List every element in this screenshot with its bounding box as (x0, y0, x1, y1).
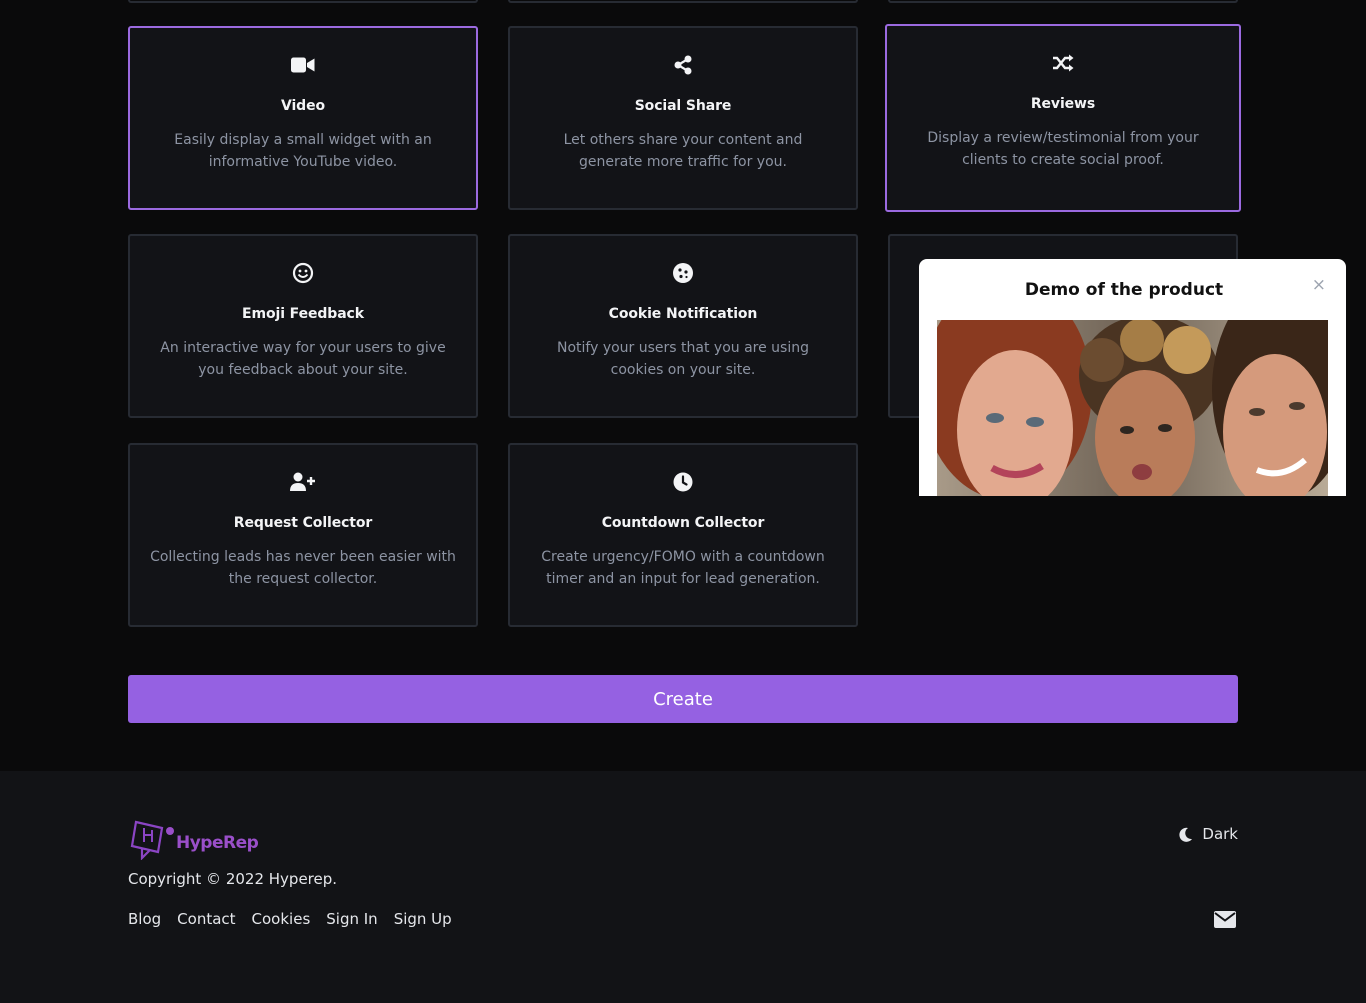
user-plus-icon (130, 471, 476, 493)
hyperep-logo-icon (130, 820, 174, 860)
card-description: An interactive way for your users to giv… (160, 340, 446, 378)
footer-link-contact[interactable]: Contact (177, 910, 235, 928)
footer-nav: Blog Contact Cookies Sign In Sign Up (128, 910, 452, 928)
card-description: Display a review/testimonial from your c… (927, 130, 1199, 168)
card-title: Request Collector (233, 515, 373, 531)
widget-card-request-collector[interactable]: Request Collector Collecting leads has n… (128, 443, 478, 627)
popup-title: Demo of the product (1024, 280, 1224, 300)
logo-text: HypeRep (176, 833, 259, 853)
demo-photo (937, 320, 1328, 496)
footer-link-cookies[interactable]: Cookies (252, 910, 311, 928)
copyright-text: Copyright © 2022 Hyperep. (128, 870, 338, 888)
widget-card-countdown-collector[interactable]: Countdown Collector Create urgency/FOMO … (508, 443, 858, 627)
card-title: Social Share (634, 98, 732, 114)
theme-label: Dark (1202, 825, 1238, 843)
footer-link-sign-in[interactable]: Sign In (326, 910, 377, 928)
smile-icon (130, 262, 476, 284)
widget-card-cookie-notification[interactable]: Cookie Notification Notify your users th… (508, 234, 858, 418)
card-edge (128, 0, 478, 3)
widget-card-video[interactable]: Video Easily display a small widget with… (128, 26, 478, 210)
cookie-icon (510, 262, 856, 284)
create-button[interactable]: Create (128, 675, 1238, 723)
card-title: Countdown Collector (601, 515, 765, 531)
card-description: Create urgency/FOMO with a countdown tim… (541, 549, 825, 587)
clock-icon (510, 471, 856, 493)
footer-link-blog[interactable]: Blog (128, 910, 161, 928)
card-edge (508, 0, 858, 3)
card-title: Video (280, 98, 326, 114)
close-icon[interactable]: × (1312, 275, 1326, 295)
card-description: Let others share your content and genera… (563, 132, 803, 170)
theme-toggle[interactable]: Dark (1179, 825, 1238, 843)
video-camera-icon (130, 54, 476, 76)
demo-popup: Demo of the product × (919, 259, 1346, 496)
moon-icon (1179, 827, 1193, 842)
card-description: Easily display a small widget with an in… (174, 132, 432, 170)
card-title: Cookie Notification (608, 306, 758, 322)
share-icon (510, 54, 856, 76)
card-title: Emoji Feedback (242, 306, 364, 322)
envelope-icon[interactable] (1214, 911, 1236, 932)
card-description: Notify your users that you are using coo… (556, 340, 809, 378)
card-title: Reviews (1030, 96, 1096, 112)
logo[interactable]: HypeRep (128, 818, 259, 860)
card-description: Collecting leads has never been easier w… (150, 549, 456, 587)
widget-card-emoji-feedback[interactable]: Emoji Feedback An interactive way for yo… (128, 234, 478, 418)
footer-link-sign-up[interactable]: Sign Up (394, 910, 452, 928)
widget-card-social-share[interactable]: Social Share Let others share your conte… (508, 26, 858, 210)
footer: HypeRep Copyright © 2022 Hyperep. Blog C… (0, 771, 1366, 1003)
shuffle-icon (887, 52, 1239, 74)
widget-card-reviews[interactable]: Reviews Display a review/testimonial fro… (885, 24, 1241, 212)
card-edge (888, 0, 1238, 3)
previous-row-card-edges (0, 0, 1366, 4)
